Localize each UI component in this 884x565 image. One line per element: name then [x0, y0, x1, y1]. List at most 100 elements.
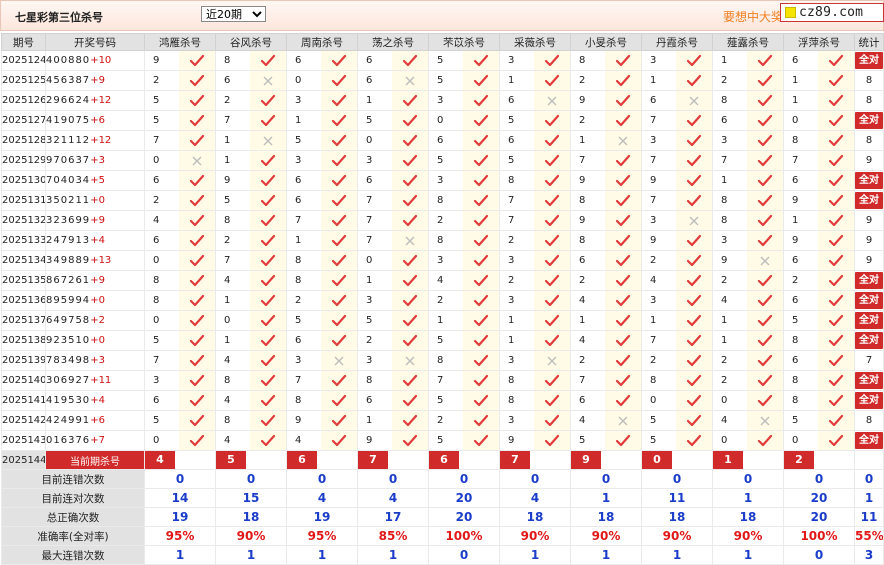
period-select[interactable]: 近20期 [201, 6, 266, 22]
kill-number: 6 [650, 95, 657, 106]
kill-cell-wrap: 2 [785, 271, 854, 290]
prediction-badge: 4 [145, 451, 175, 469]
kill-number: 5 [579, 435, 586, 446]
kill-cell-wrap: 9 [572, 171, 641, 190]
correct-count: 9 [865, 235, 873, 246]
check-icon [250, 351, 286, 370]
kill-number: 4 [579, 415, 586, 426]
kill-cell: 1 [712, 50, 784, 71]
stat-value: 90% [570, 526, 642, 546]
kill-cell: 1 [783, 70, 855, 91]
kill-cell: 4 [712, 410, 784, 431]
draw-digits: 895994 [46, 295, 91, 306]
check-icon [250, 191, 286, 210]
draw-sum: +9 [90, 275, 105, 286]
promo-text[interactable]: 要想中大奖 [723, 8, 783, 25]
stat-value: 18 [570, 507, 642, 527]
kill-number: 5 [508, 115, 515, 126]
kill-cell-wrap: 0 [217, 311, 286, 330]
kill-cell-wrap: 1 [217, 331, 286, 350]
draw-number-cell: 424991+6 [45, 410, 145, 431]
kill-number: 8 [437, 355, 444, 366]
kill-cell-wrap: 5 [217, 191, 286, 210]
stat-value: 90% [641, 526, 713, 546]
stat-label: 目前连错次数 [1, 469, 145, 489]
kill-number: 8 [792, 135, 799, 146]
kill-cell: 1 [215, 330, 287, 351]
check-icon [392, 91, 428, 110]
correct-count: 9 [865, 155, 873, 166]
kill-cell-wrap: 6 [785, 291, 854, 310]
check-icon [392, 271, 428, 290]
site-badge[interactable]: cz89.com [780, 3, 884, 22]
kill-number: 7 [295, 375, 302, 386]
kill-cell: 9 [783, 190, 855, 211]
draw-digits: 323699 [46, 215, 91, 226]
kill-cell: 0 [286, 70, 358, 91]
kill-number: 2 [224, 235, 231, 246]
kill-cell: 7 [428, 370, 500, 391]
kill-cell-wrap: 8 [430, 191, 499, 210]
kill-cell-wrap: 7 [572, 151, 641, 170]
kill-number: 8 [721, 195, 728, 206]
kill-cell-wrap: 1 [288, 231, 357, 250]
check-icon [250, 371, 286, 390]
table-row: 2025134 349889+13 0 7 8 0 3 3 6 2 9 6 9 [1, 250, 884, 271]
kill-number: 0 [153, 155, 160, 166]
kill-cell: 5 [357, 110, 429, 131]
kill-cell-wrap: 9 [217, 171, 286, 190]
kill-number: 6 [579, 395, 586, 406]
kill-cell-wrap: 6 [430, 131, 499, 150]
stat-value: 0 [144, 469, 216, 489]
check-icon [818, 171, 854, 190]
stat-value: 11 [641, 488, 713, 508]
check-icon [605, 231, 641, 250]
period-cell: 2025124 [1, 50, 46, 71]
check-icon [818, 251, 854, 270]
correct-count: 9 [865, 215, 873, 226]
kill-number: 8 [153, 275, 160, 286]
total-cell: 全对 [854, 170, 884, 191]
kill-cell-wrap: 3 [288, 91, 357, 110]
kill-cell: 6 [144, 390, 216, 411]
kill-number: 7 [437, 375, 444, 386]
period-cell: 2025128 [1, 130, 46, 151]
kill-cell-wrap: 5 [785, 411, 854, 430]
prediction-cell: 7 [499, 450, 571, 470]
kill-cell: 1 [215, 290, 287, 311]
kill-cell: 1 [641, 70, 713, 91]
check-icon [605, 211, 641, 230]
kill-number: 4 [579, 335, 586, 346]
stat-value: 100% [428, 526, 500, 546]
draw-sum: +0 [90, 195, 105, 206]
kill-cell-wrap: 8 [217, 51, 286, 70]
kill-cell: 0 [641, 390, 713, 411]
draw-number-cell: 419075+6 [45, 110, 145, 131]
kill-cell-wrap: 4 [430, 271, 499, 290]
kill-cell: 7 [357, 230, 429, 251]
all-correct-badge: 全对 [855, 172, 883, 189]
kill-cell: 6 [499, 90, 571, 111]
kill-cell: 2 [570, 70, 642, 91]
kill-cell-wrap: 8 [785, 131, 854, 150]
kill-number: 7 [579, 375, 586, 386]
kill-number: 5 [153, 115, 160, 126]
kill-cell: 9 [641, 170, 713, 191]
kill-number: 5 [295, 135, 302, 146]
column-header: 丹霞杀号 [641, 33, 713, 51]
kill-number: 5 [437, 155, 444, 166]
kill-number: 1 [579, 135, 586, 146]
kill-cell: 0 [144, 150, 216, 171]
kill-cell-wrap: 9 [785, 191, 854, 210]
check-icon [250, 431, 286, 450]
kill-cell-wrap: 8 [714, 211, 783, 230]
check-icon [747, 91, 783, 110]
stat-value: 18 [499, 507, 571, 527]
kill-cell-wrap: 2 [430, 411, 499, 430]
check-icon [534, 291, 570, 310]
kill-cell: 2 [499, 230, 571, 251]
kill-number: 0 [153, 315, 160, 326]
kill-number: 0 [366, 135, 373, 146]
table-row: 2025139 783498+3 7 4 3 3 8 3 2 2 2 6 7 [1, 350, 884, 371]
draw-sum: +4 [90, 395, 105, 406]
